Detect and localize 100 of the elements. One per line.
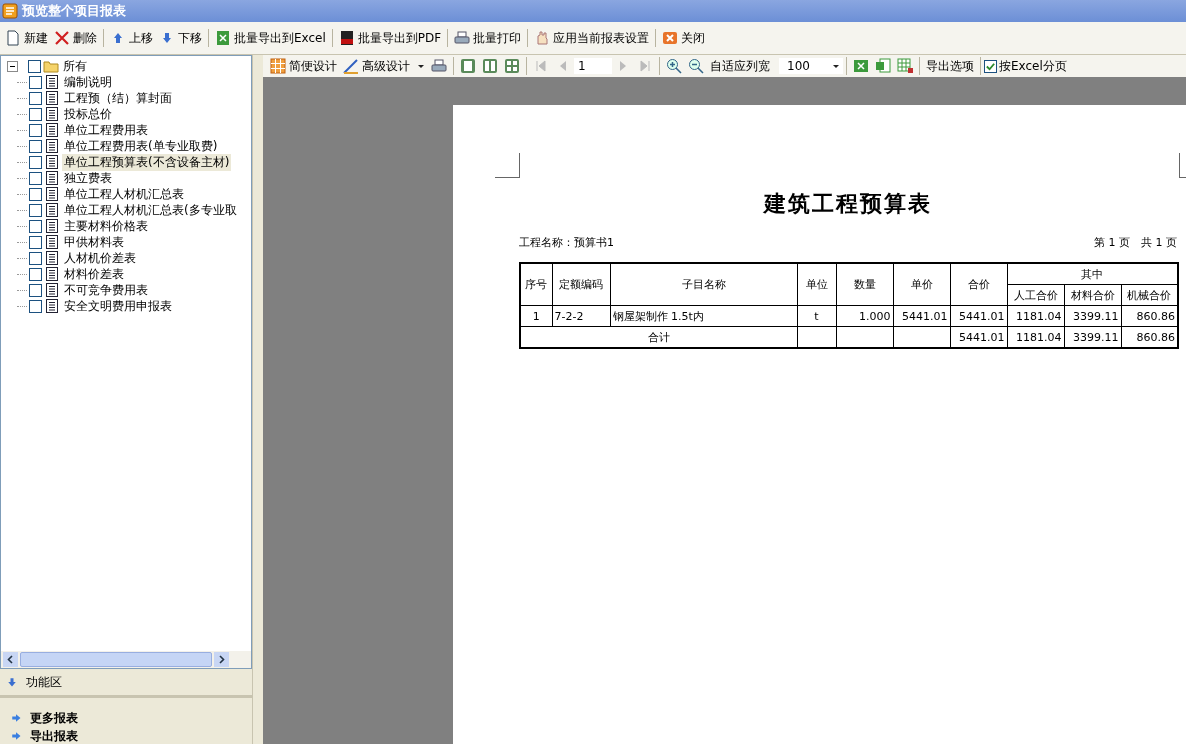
right-arrow-icon [10, 712, 22, 724]
tree-item[interactable]: 人材机价差表 [62, 249, 138, 267]
checkbox[interactable] [29, 91, 42, 105]
report-icon [44, 202, 60, 218]
grid-icon [270, 58, 286, 74]
column-header: 单位 [797, 263, 836, 306]
column-header: 材料合价 [1064, 284, 1121, 306]
zoom-out-icon[interactable] [688, 58, 704, 74]
checkbox[interactable] [29, 235, 42, 249]
link[interactable]: 更多报表 [30, 709, 78, 727]
toolbar-button[interactable]: 批量打印 [451, 27, 525, 49]
checkbox[interactable] [29, 155, 42, 169]
report-icon [44, 138, 60, 154]
tree-item[interactable]: 编制说明 [62, 73, 114, 91]
document-icon [5, 30, 21, 46]
checkbox[interactable] [29, 139, 42, 153]
folder-icon [43, 58, 59, 74]
column-header: 子目名称 [610, 263, 797, 306]
column-header: 数量 [836, 263, 893, 306]
spreadsheet-icon[interactable] [853, 58, 869, 74]
report-icon [44, 266, 60, 282]
checkbox[interactable] [29, 123, 42, 137]
tree-item[interactable]: 单位工程人材机汇总表(多专业取 [62, 201, 239, 219]
checkbox-label[interactable]: 按Excel分页 [999, 57, 1067, 75]
report-icon [44, 106, 60, 122]
checkbox[interactable] [29, 171, 42, 185]
tree-item[interactable]: 工程预（结）算封面 [62, 89, 174, 107]
table-cell: 1 [520, 305, 552, 327]
report-title: 建筑工程预算表 [762, 190, 933, 218]
window-title: 预览整个项目报表 [22, 2, 126, 20]
spreadsheet-icon[interactable] [897, 58, 913, 74]
column-header: 序号 [520, 263, 552, 306]
tree-item[interactable]: 主要材料价格表 [62, 217, 150, 235]
checkbox[interactable] [29, 219, 42, 233]
table-cell: 7-2-2 [552, 305, 610, 327]
spreadsheet-icon[interactable] [875, 58, 891, 74]
tree-item[interactable]: 单位工程预算表(不含设备主材) [62, 153, 232, 171]
advanced-design-button[interactable]: 高级设计 [340, 55, 428, 77]
link[interactable]: 导出报表 [30, 727, 78, 744]
tree-item[interactable]: 所有 [61, 57, 89, 75]
report-icon [44, 122, 60, 138]
tree-item[interactable]: 单位工程费用表 [62, 121, 150, 139]
toolbar-button[interactable]: 删除 [51, 27, 100, 49]
checkbox[interactable] [29, 187, 42, 201]
tree-item[interactable]: 不可竞争费用表 [62, 281, 150, 299]
checkbox[interactable] [28, 59, 41, 73]
two-pages-icon[interactable] [482, 58, 498, 74]
scroll-left-icon[interactable] [3, 652, 18, 668]
table-cell: 5441.01 [950, 305, 1007, 327]
table-cell: 钢屋架制作 1.5t内 [610, 305, 797, 327]
tree-item[interactable]: 甲供材料表 [62, 233, 126, 251]
printer-icon[interactable] [431, 58, 447, 74]
table-cell: 3399.11 [1064, 305, 1121, 327]
column-header: 单价 [893, 263, 950, 306]
fit-columns-button[interactable]: 自适应列宽 [707, 55, 773, 77]
checkbox[interactable] [29, 107, 42, 121]
collapse-toggle[interactable] [7, 60, 18, 72]
toolbar-button[interactable]: 关闭 [659, 27, 709, 49]
toolbar-button[interactable]: 上移 [107, 27, 156, 49]
report-icon [44, 218, 60, 234]
spreadsheet-icon [215, 30, 231, 46]
tree-item[interactable]: 材料价差表 [62, 265, 126, 283]
pdf-icon [338, 30, 355, 46]
single-page-icon[interactable] [460, 58, 476, 74]
tree-item[interactable]: 安全文明费用申报表 [62, 297, 174, 315]
table-cell: 5441.01 [893, 305, 950, 327]
export-options-button[interactable]: 导出选项 [923, 55, 977, 77]
toolbar-button[interactable]: 批量导出到Excel [212, 27, 329, 49]
tree-item[interactable]: 投标总价 [62, 105, 114, 123]
toolbar-button[interactable]: 下移 [156, 27, 205, 49]
four-pages-icon[interactable] [504, 58, 520, 74]
column-header: 合价 [950, 263, 1007, 306]
zoom-in-icon[interactable] [666, 58, 682, 74]
checkbox[interactable] [29, 251, 42, 265]
report-icon [44, 298, 60, 314]
checkbox[interactable] [29, 283, 42, 297]
app-icon [2, 3, 18, 19]
down-arrow-icon [6, 676, 18, 689]
page-number-field[interactable]: 1 [574, 58, 612, 74]
page-info: 第 1 页 共 1 页 [1094, 235, 1177, 250]
checkbox[interactable] [29, 267, 42, 281]
table-cell: t [797, 305, 836, 327]
toolbar-button[interactable]: 新建 [2, 27, 51, 49]
horizontal-scrollbar[interactable] [1, 651, 251, 669]
report-icon [44, 74, 60, 90]
simple-design-button[interactable]: 简便设计 [267, 55, 340, 77]
zoom-dropdown[interactable]: 100 [779, 58, 843, 74]
toolbar-button[interactable]: 批量导出到PDF [335, 27, 445, 49]
close-icon [662, 30, 679, 46]
report-icon [44, 186, 60, 202]
checkbox[interactable] [29, 203, 42, 217]
checkbox[interactable] [29, 299, 42, 313]
caret-icon [417, 62, 425, 70]
checkbox[interactable] [984, 59, 997, 73]
toolbar-button[interactable]: 应用当前报表设置 [531, 27, 653, 49]
tree-item[interactable]: 单位工程人材机汇总表 [62, 185, 186, 203]
tree-item[interactable]: 独立费表 [62, 169, 114, 187]
checkbox[interactable] [29, 75, 42, 89]
tree-item[interactable]: 单位工程费用表(单专业取费) [62, 137, 220, 155]
scroll-right-icon[interactable] [214, 652, 229, 668]
